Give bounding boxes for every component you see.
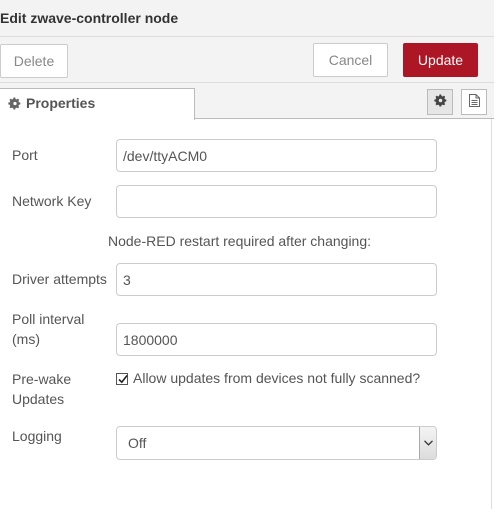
poll-interval-label-line1: Poll interval bbox=[12, 311, 85, 327]
pre-wake-label: Pre-wake Updates bbox=[12, 369, 71, 409]
restart-note: Node-RED restart required after changing… bbox=[108, 233, 372, 249]
driver-attempts-label: Driver attempts bbox=[12, 271, 107, 287]
pre-wake-checkbox-label: Allow updates from devices not fully sca… bbox=[133, 370, 421, 386]
node-description-tab[interactable] bbox=[461, 89, 487, 115]
tab-properties[interactable]: Properties bbox=[0, 88, 195, 120]
logging-select[interactable]: Off bbox=[116, 426, 437, 460]
pre-wake-label-line2: Updates bbox=[12, 391, 65, 407]
checkmark-icon bbox=[118, 375, 128, 384]
chevron-down-icon[interactable] bbox=[419, 427, 436, 459]
node-settings-tab[interactable] bbox=[427, 89, 453, 115]
logging-label: Logging bbox=[12, 428, 62, 444]
tray-edge bbox=[491, 119, 492, 509]
poll-interval-field[interactable] bbox=[116, 323, 437, 356]
port-label: Port bbox=[12, 147, 38, 163]
logging-selected-value: Off bbox=[128, 435, 147, 451]
delete-button[interactable]: Delete bbox=[0, 44, 68, 78]
update-button[interactable]: Update bbox=[403, 43, 478, 77]
network-key-label: Network Key bbox=[12, 193, 92, 209]
pre-wake-checkbox[interactable] bbox=[116, 373, 128, 385]
page-title: Edit zwave-controller node bbox=[0, 10, 179, 26]
poll-interval-label: Poll interval (ms) bbox=[12, 309, 84, 349]
gear-icon bbox=[433, 94, 447, 110]
port-field[interactable] bbox=[116, 139, 437, 172]
network-key-field[interactable] bbox=[116, 185, 437, 218]
document-icon bbox=[468, 94, 480, 110]
tab-properties-label: Properties bbox=[26, 95, 96, 111]
poll-interval-label-line2: (ms) bbox=[12, 331, 40, 347]
driver-attempts-field[interactable] bbox=[116, 263, 437, 296]
pre-wake-label-line1: Pre-wake bbox=[12, 371, 72, 387]
tray-header: Edit zwave-controller node bbox=[0, 0, 494, 37]
cancel-button[interactable]: Cancel bbox=[313, 43, 388, 77]
gear-icon bbox=[8, 97, 21, 110]
